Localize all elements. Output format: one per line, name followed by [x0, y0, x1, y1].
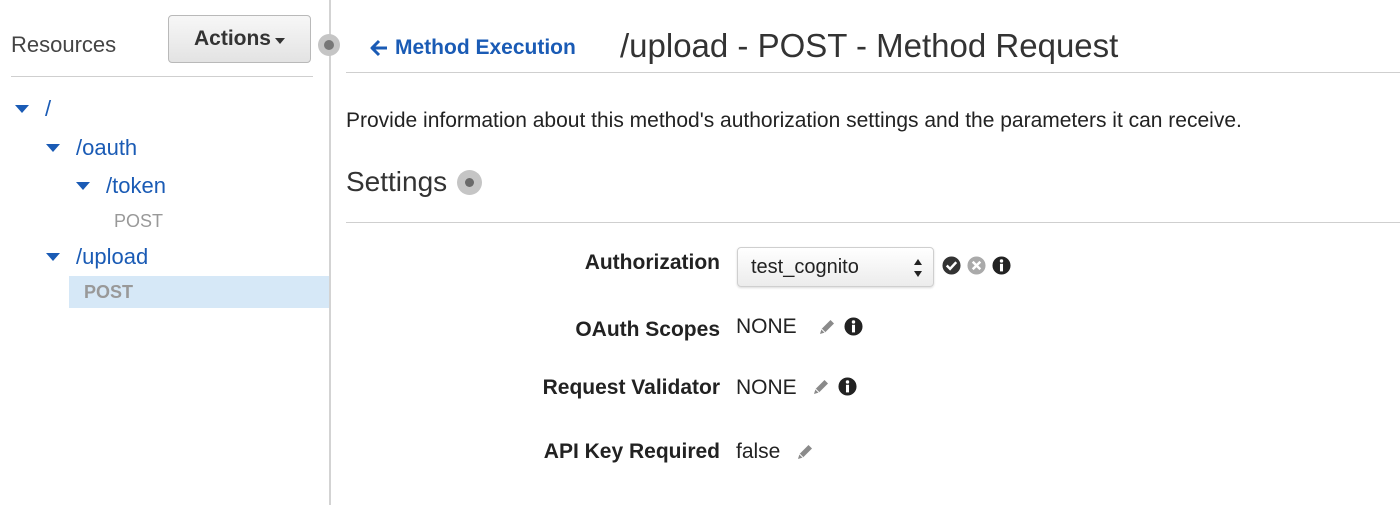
authorization-value: test_cognito — [751, 256, 859, 278]
actions-label: Actions — [193, 27, 271, 50]
page-description: Provide information about this method's … — [346, 109, 1242, 132]
back-link-label: Method Execution — [395, 36, 576, 59]
tree-item-upload[interactable]: /upload — [46, 244, 148, 270]
api-key-required-label: API Key Required — [543, 440, 720, 463]
tree-method-label: POST — [84, 282, 134, 302]
cancel-circle-icon[interactable] — [967, 256, 986, 275]
info-icon[interactable] — [992, 256, 1011, 275]
settings-title: Settings — [346, 166, 448, 197]
title-divider — [346, 72, 1400, 73]
oauth-scopes-label: OAuth Scopes — [575, 318, 720, 341]
authorization-select[interactable]: test_cognito — [737, 247, 934, 287]
oauth-scopes-value: NONE — [736, 315, 797, 338]
arrow-left-icon — [370, 39, 387, 57]
tree-item-label: / — [45, 96, 52, 121]
chevron-down-icon[interactable] — [15, 105, 29, 113]
sidebar-divider — [11, 76, 313, 77]
tree-item-token[interactable]: /token — [76, 173, 166, 199]
tree-item-label: /upload — [76, 244, 149, 269]
chevron-down-icon — [275, 37, 285, 44]
pencil-icon[interactable] — [795, 442, 815, 462]
info-dot-icon[interactable] — [457, 169, 483, 195]
chevron-down-icon[interactable] — [46, 144, 60, 152]
resources-title: Resources — [11, 32, 117, 57]
tree-item-oauth[interactable]: /oauth — [46, 135, 137, 161]
api-gateway-method-request: Resources Actions / /oauth /token POST /… — [0, 0, 1400, 505]
tree-item-root[interactable]: / — [15, 96, 51, 122]
request-validator-label: Request Validator — [542, 376, 720, 399]
request-validator-value: NONE — [736, 376, 797, 399]
tree-item-label: /oauth — [76, 135, 138, 160]
tree-method-token-post[interactable]: POST — [114, 211, 163, 232]
tree-method-upload-post[interactable]: POST — [69, 276, 330, 308]
page-title: /upload - POST - Method Request — [620, 27, 1119, 64]
select-arrows-icon — [914, 259, 922, 277]
resources-sidebar: Resources Actions / /oauth /token POST /… — [0, 0, 330, 505]
settings-heading: Settings — [346, 166, 483, 198]
authorization-label: Authorization — [584, 251, 720, 274]
tree-item-label: /token — [106, 173, 166, 198]
chevron-down-icon[interactable] — [46, 253, 60, 261]
chevron-down-icon[interactable] — [76, 182, 90, 190]
method-execution-back-link[interactable]: Method Execution — [370, 36, 576, 60]
api-key-required-value: false — [736, 440, 781, 463]
collapse-knob-icon[interactable] — [318, 34, 340, 56]
info-icon[interactable] — [838, 377, 857, 396]
pencil-icon[interactable] — [811, 377, 831, 397]
info-icon[interactable] — [844, 317, 863, 336]
check-circle-icon[interactable] — [942, 256, 961, 275]
sidebar-splitter[interactable] — [329, 0, 331, 505]
pencil-icon[interactable] — [817, 317, 837, 337]
actions-dropdown-button[interactable]: Actions — [168, 15, 311, 63]
settings-divider — [346, 222, 1400, 223]
